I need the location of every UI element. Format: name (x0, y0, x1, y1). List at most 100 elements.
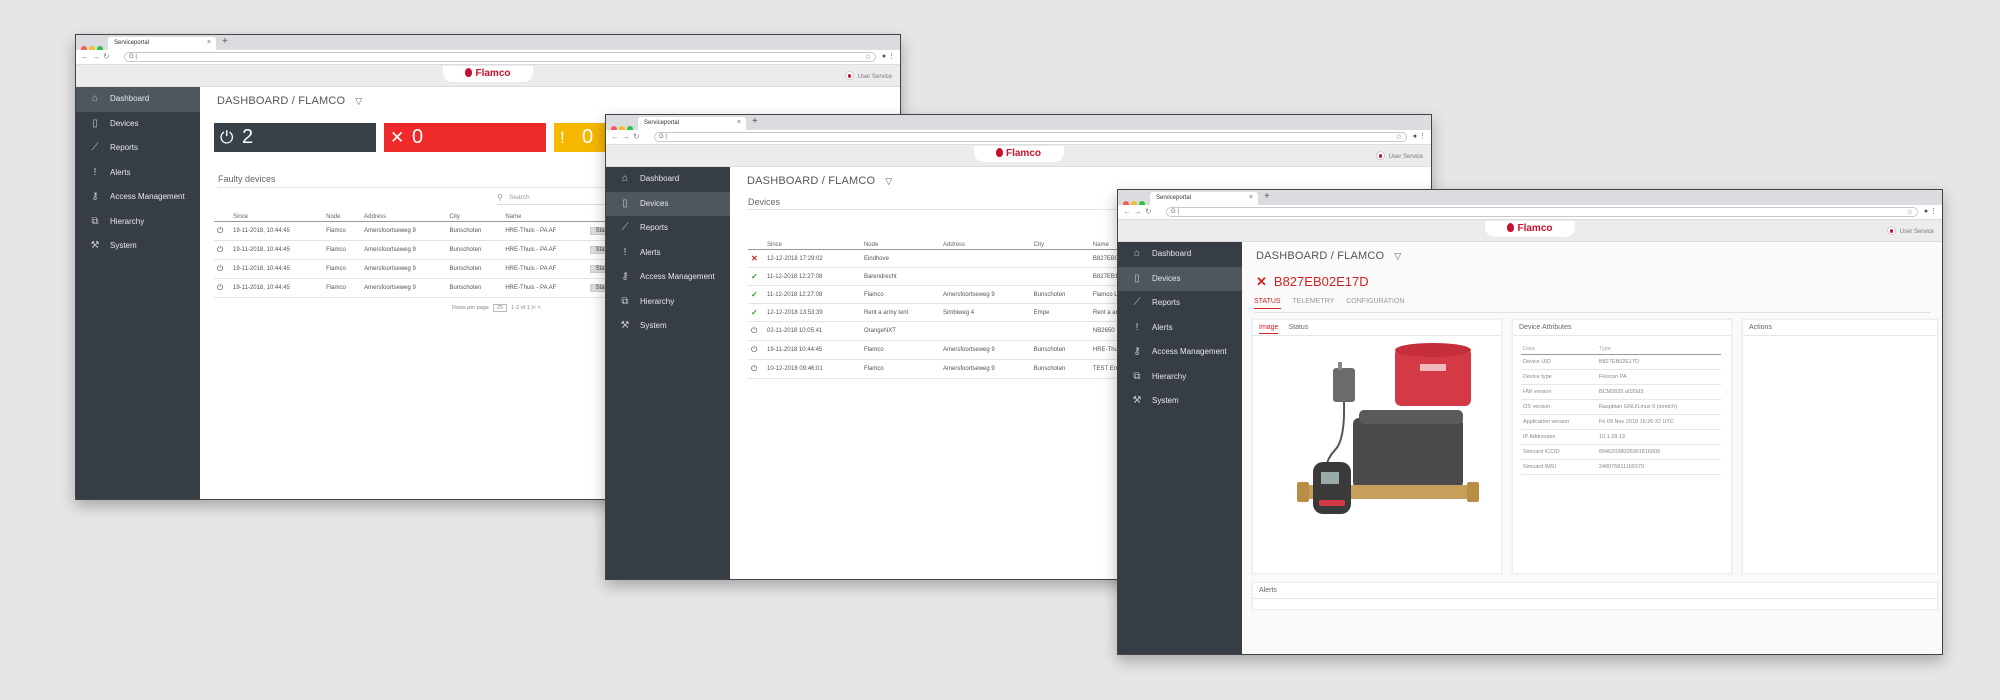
new-tab-icon[interactable]: + (222, 36, 228, 47)
flamco-logo[interactable]: Flamco (443, 66, 533, 82)
sidebar-item-devices[interactable]: ▯ Devices (606, 191, 730, 216)
brand-name: Flamco (1517, 223, 1553, 234)
cell-address (940, 267, 1031, 286)
col-since[interactable]: Since (230, 211, 324, 222)
flamco-logo[interactable]: Flamco (1485, 221, 1575, 237)
tab-image-status[interactable]: Status (1288, 324, 1308, 331)
sidebar-item-devices[interactable]: ▯ Devices (76, 112, 200, 137)
nav-arrows-icon[interactable]: ←→↻ (611, 132, 643, 141)
tab-telemetry[interactable]: TELEMETRY (1292, 298, 1334, 308)
sidebar-item-label: Devices (1152, 273, 1181, 283)
table-row[interactable]: ⏻ 02-11-2018 10:05:41 OrangeNXT NB2650 (748, 321, 1168, 341)
col-city[interactable]: City (1030, 239, 1090, 250)
triangle-down-icon[interactable]: ▽ (885, 176, 892, 186)
table-row[interactable]: ✓ 11-12-2018 12:27:08 Barendrecht B827EB1F3… (748, 267, 1168, 286)
close-icon[interactable]: × (207, 39, 211, 46)
sidebar-item-hierarchy[interactable]: ⧉ Hierarchy (76, 210, 200, 235)
table-row[interactable]: ✕ 12-12-2018 17:29:02 Eindhove B827EB02E17D (748, 249, 1168, 268)
table-row[interactable]: ⏻ 19-11-2018, 10:44:45 Flamco Amersfoortsew… (214, 278, 634, 298)
star-icon[interactable]: ☆ (1907, 208, 1913, 217)
table-row[interactable]: ⏻ 10-12-2018 09:46:01 Flamco Amersfoortsewe… (748, 359, 1168, 379)
tab-image[interactable]: Image (1259, 324, 1279, 334)
sidebar-item-system[interactable]: ⚒ System (1118, 389, 1242, 414)
search-input[interactable]: ⚲ Search (497, 193, 617, 205)
browser-tab[interactable]: Serviceportal × (108, 37, 216, 50)
sidebar-item-access-management[interactable]: ⚷ Access Management (1118, 340, 1242, 365)
sidebar-item-hierarchy[interactable]: ⧉ Hierarchy (606, 290, 730, 315)
col-address[interactable]: Address (361, 211, 447, 222)
triangle-down-icon[interactable]: ▽ (1394, 251, 1401, 261)
close-icon[interactable]: × (1249, 194, 1253, 201)
star-icon[interactable]: ☆ (865, 53, 871, 62)
user-menu[interactable]: User Service (1886, 226, 1934, 235)
sidebar-item-reports[interactable]: ⟋ Reports (76, 136, 200, 161)
sidebar-item-system[interactable]: ⚒ System (76, 234, 200, 259)
col-address[interactable]: Address (940, 239, 1031, 250)
user-menu[interactable]: User Service (844, 71, 892, 80)
col-node[interactable]: Node (860, 239, 941, 250)
sidebar-item-dashboard[interactable]: ⌂ Dashboard (1118, 242, 1242, 267)
tab-configuration[interactable]: CONFIGURATION (1346, 298, 1404, 308)
device-detail-window: Serviceportal × + ←→↻ G | ☆ ● ⋮ Flamco Use… (1117, 189, 1943, 655)
browser-tab[interactable]: Serviceportal × (1150, 192, 1258, 205)
prev-page-icon[interactable]: < (537, 305, 540, 311)
nav-arrows-icon[interactable]: ←→↻ (1123, 207, 1155, 216)
profile-menu-icon[interactable]: ● ⋮ (882, 52, 895, 60)
cell-node: Flamco (323, 221, 362, 241)
status-card-error[interactable]: ✕ 0 (384, 123, 546, 152)
breadcrumb[interactable]: DASHBOARD / FLAMCO ▽ (747, 175, 892, 187)
tab-status[interactable]: STATUS (1254, 298, 1281, 309)
address-input[interactable]: G | ☆ (124, 52, 876, 62)
sidebar-item-access-management[interactable]: ⚷ Access Management (606, 265, 730, 290)
sidebar-item-system[interactable]: ⚒ System (606, 314, 730, 339)
col-since[interactable]: Since (764, 239, 861, 250)
col-name[interactable]: Name (502, 211, 587, 222)
nav-arrows-icon[interactable]: ←→↻ (81, 52, 113, 61)
new-tab-icon[interactable]: + (1264, 191, 1270, 202)
sidebar-item-hierarchy[interactable]: ⧉ Hierarchy (1118, 365, 1242, 390)
status-cell: ⏻ (748, 359, 764, 379)
triangle-down-icon[interactable]: ▽ (355, 96, 362, 106)
address-input[interactable]: G | ☆ (1166, 207, 1918, 217)
close-icon[interactable]: × (737, 119, 741, 126)
sidebar-item-reports[interactable]: ⟋ Reports (1118, 291, 1242, 316)
attribute-value: Flexcon PA (1596, 369, 1721, 385)
sidebar-item-dashboard[interactable]: ⌂ Dashboard (606, 167, 730, 192)
sidebar-item-label: Devices (640, 198, 669, 208)
cell-city: Bunschoten (1030, 285, 1090, 304)
table-row[interactable]: ⏻ 19-11-2018, 10:44:45 Flamco Amersfoortsew… (214, 221, 634, 241)
sidebar-item-alerts[interactable]: ! Alerts (76, 161, 200, 186)
first-page-icon[interactable]: |< (531, 305, 536, 311)
breadcrumb[interactable]: DASHBOARD / FLAMCO ▽ (1256, 250, 1401, 262)
star-icon[interactable]: ☆ (1396, 133, 1402, 142)
status-card-online[interactable]: ⏻ 2 (214, 123, 376, 152)
table-row[interactable]: ✓ 11-12-2018 12:27:08 Flamco Amersfoortsewe… (748, 285, 1168, 304)
plug-icon: ⏻ (751, 326, 758, 335)
image-panel: Image Status (1252, 319, 1502, 574)
sidebar-item-devices[interactable]: ▯ Devices (1118, 266, 1242, 291)
table-row[interactable]: ⏻ 19-11-2018, 10:44:45 Flamco Amersfoortsew… (214, 259, 634, 279)
table-row[interactable]: ⏻ 19-11-2018, 10:44:45 Flamco Amersfoortsew… (214, 240, 634, 260)
browser-tab[interactable]: Serviceportal × (638, 117, 746, 130)
status-cell: ⏻ (748, 340, 764, 360)
address-input[interactable]: G | ☆ (654, 132, 1407, 142)
sidebar-item-access-management[interactable]: ⚷ Access Management (76, 185, 200, 210)
sidebar-item-alerts[interactable]: ! Alerts (606, 241, 730, 266)
col-city[interactable]: City (446, 211, 503, 222)
breadcrumb[interactable]: DASHBOARD / FLAMCO ▽ (217, 95, 362, 107)
sidebar-item-reports[interactable]: ⟋ Reports (606, 216, 730, 241)
flamco-logo[interactable]: Flamco (973, 146, 1064, 162)
attribute-row: Simcard IMSI 240075811169370 (1521, 459, 1721, 475)
user-menu[interactable]: User Service (1375, 151, 1423, 160)
profile-menu-icon[interactable]: ● ⋮ (1924, 207, 1937, 215)
col-node[interactable]: Node (323, 211, 362, 222)
cell-address (940, 321, 1031, 341)
sidebar-item-alerts[interactable]: ! Alerts (1118, 316, 1242, 341)
rows-per-page-select[interactable]: 25 (493, 304, 508, 312)
table-row[interactable]: ✓ 12-12-2018 13:53:39 Rent a army tent Simb… (748, 303, 1168, 322)
sidebar: ⌂ Dashboard ▯ Devices ⟋ Reports ! Alerts ⚷ Ac… (76, 87, 200, 499)
sidebar-item-dashboard[interactable]: ⌂ Dashboard (76, 87, 200, 112)
profile-menu-icon[interactable]: ● ⋮ (1413, 132, 1426, 140)
table-row[interactable]: ⏻ 19-11-2018 10:44:45 Flamco Amersfoortsewe… (748, 340, 1168, 360)
new-tab-icon[interactable]: + (752, 116, 758, 127)
